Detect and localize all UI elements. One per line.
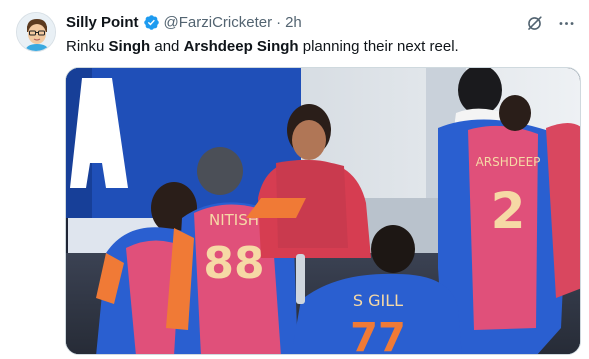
tweet-text-part: Singh: [108, 38, 151, 55]
jersey-number-2: 2: [491, 182, 526, 240]
tweet-header: Silly Point @FarziCricketer · 2h: [66, 12, 302, 32]
author-handle[interactable]: @FarziCricketer: [164, 14, 273, 31]
verified-badge-icon: [143, 14, 160, 31]
tweet-text-part: Rinku: [66, 38, 109, 55]
tweet-text-part: and: [150, 38, 184, 55]
tweet-actions: [523, 12, 577, 34]
jersey-number-88: 88: [203, 238, 264, 289]
separator-dot: ·: [276, 13, 282, 31]
jersey-number-77: 77: [350, 315, 406, 355]
tweet-text-part: planning their next reel.: [298, 38, 459, 55]
more-icon[interactable]: [555, 12, 577, 34]
tweet-media-image[interactable]: NITISH 88 ARSHDEEP 2 S GILL 77: [65, 67, 581, 355]
author-avatar[interactable]: [16, 12, 56, 52]
tweet-timestamp[interactable]: 2h: [285, 14, 302, 31]
author-name[interactable]: Silly Point: [66, 14, 139, 31]
jersey-name-arshdeep: ARSHDEEP: [476, 155, 541, 169]
grok-icon[interactable]: [523, 12, 545, 34]
tweet-text-part: Arshdeep Singh: [183, 38, 299, 55]
tweet-text: Rinku Singh and Arshdeep Singh planning …: [66, 37, 459, 57]
jersey-name-gill: S GILL: [353, 291, 403, 310]
tweet[interactable]: Silly Point @FarziCricketer · 2h Rinku S…: [0, 0, 589, 359]
